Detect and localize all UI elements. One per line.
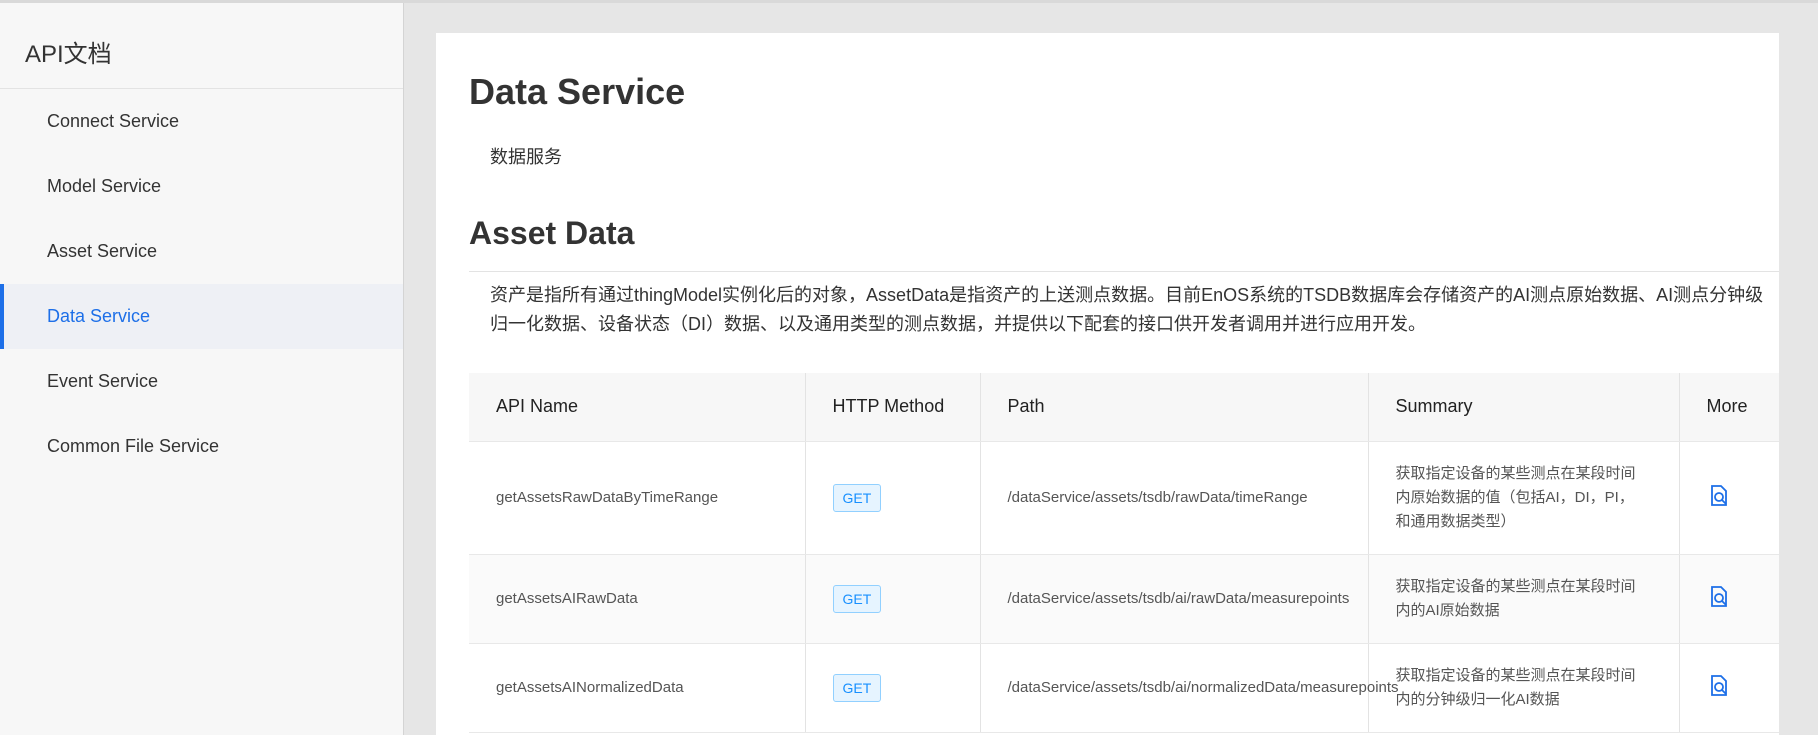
page-title: Data Service — [469, 71, 686, 112]
column-header-api-name: API Name — [469, 373, 806, 442]
table-header-row: API Name HTTP Method Path Summary More — [469, 373, 1779, 442]
http-method-cell: GET — [805, 554, 981, 644]
summary-cell: 获取指定设备的某些测点在某段时间内的AI原始数据 — [1368, 554, 1680, 644]
http-method-cell: GET — [805, 441, 981, 555]
more-cell — [1679, 441, 1779, 555]
path-cell: /dataService/assets/tsdb/ai/rawData/meas… — [980, 554, 1369, 644]
table-row: getAssetsAIRawData GET /dataService/asse… — [469, 554, 1779, 644]
method-badge: GET — [832, 673, 882, 702]
sidebar-item-model-service[interactable]: Model Service — [0, 154, 403, 219]
column-header-more: More — [1679, 373, 1779, 442]
section-description: 资产是指所有通过thingModel实例化后的对象，AssetData是指资产的… — [490, 285, 1764, 334]
search-document-icon[interactable] — [1707, 674, 1731, 698]
sidebar-item-event-service[interactable]: Event Service — [0, 349, 403, 414]
more-cell — [1679, 643, 1779, 733]
sidebar-item-data-service[interactable]: Data Service — [0, 284, 403, 349]
sidebar: API文档 Connect Service Model Service Asse… — [0, 3, 404, 735]
content-panel: Data Service 数据服务 Asset Data 资产是指所有通过thi… — [436, 33, 1779, 735]
http-method-cell: GET — [805, 643, 981, 733]
page-description: 数据服务 — [490, 147, 562, 167]
search-document-icon[interactable] — [1707, 585, 1731, 609]
sidebar-title: API文档 — [0, 3, 403, 89]
method-badge: GET — [832, 483, 882, 512]
summary-cell: 获取指定设备的某些测点在某段时间内的分钟级归一化AI数据 — [1368, 643, 1680, 733]
column-header-summary: Summary — [1368, 373, 1680, 442]
column-header-http-method: HTTP Method — [805, 373, 981, 442]
sidebar-item-common-file-service[interactable]: Common File Service — [0, 414, 403, 479]
summary-cell: 获取指定设备的某些测点在某段时间内原始数据的值（包括AI，DI，PI，和通用数据… — [1368, 441, 1680, 555]
path-cell: /dataService/assets/tsdb/ai/normalizedDa… — [980, 643, 1399, 733]
api-name-cell: getAssetsAIRawData — [469, 554, 806, 644]
sidebar-item-asset-service[interactable]: Asset Service — [0, 219, 403, 284]
section-divider — [469, 271, 1779, 272]
search-document-icon[interactable] — [1707, 484, 1731, 508]
table-row: getAssetsRawDataByTimeRange GET /dataSer… — [469, 441, 1779, 555]
column-header-path: Path — [980, 373, 1369, 442]
api-table: API Name HTTP Method Path Summary More g… — [469, 373, 1779, 733]
api-name-cell: getAssetsRawDataByTimeRange — [469, 441, 806, 555]
table-row: getAssetsAINormalizedData GET /dataServi… — [469, 643, 1779, 733]
path-cell: /dataService/assets/tsdb/rawData/timeRan… — [980, 441, 1369, 555]
method-badge: GET — [832, 584, 882, 613]
sidebar-item-connect-service[interactable]: Connect Service — [0, 89, 403, 154]
section-title: Asset Data — [469, 215, 635, 251]
api-name-cell: getAssetsAINormalizedData — [469, 643, 806, 733]
more-cell — [1679, 554, 1779, 644]
